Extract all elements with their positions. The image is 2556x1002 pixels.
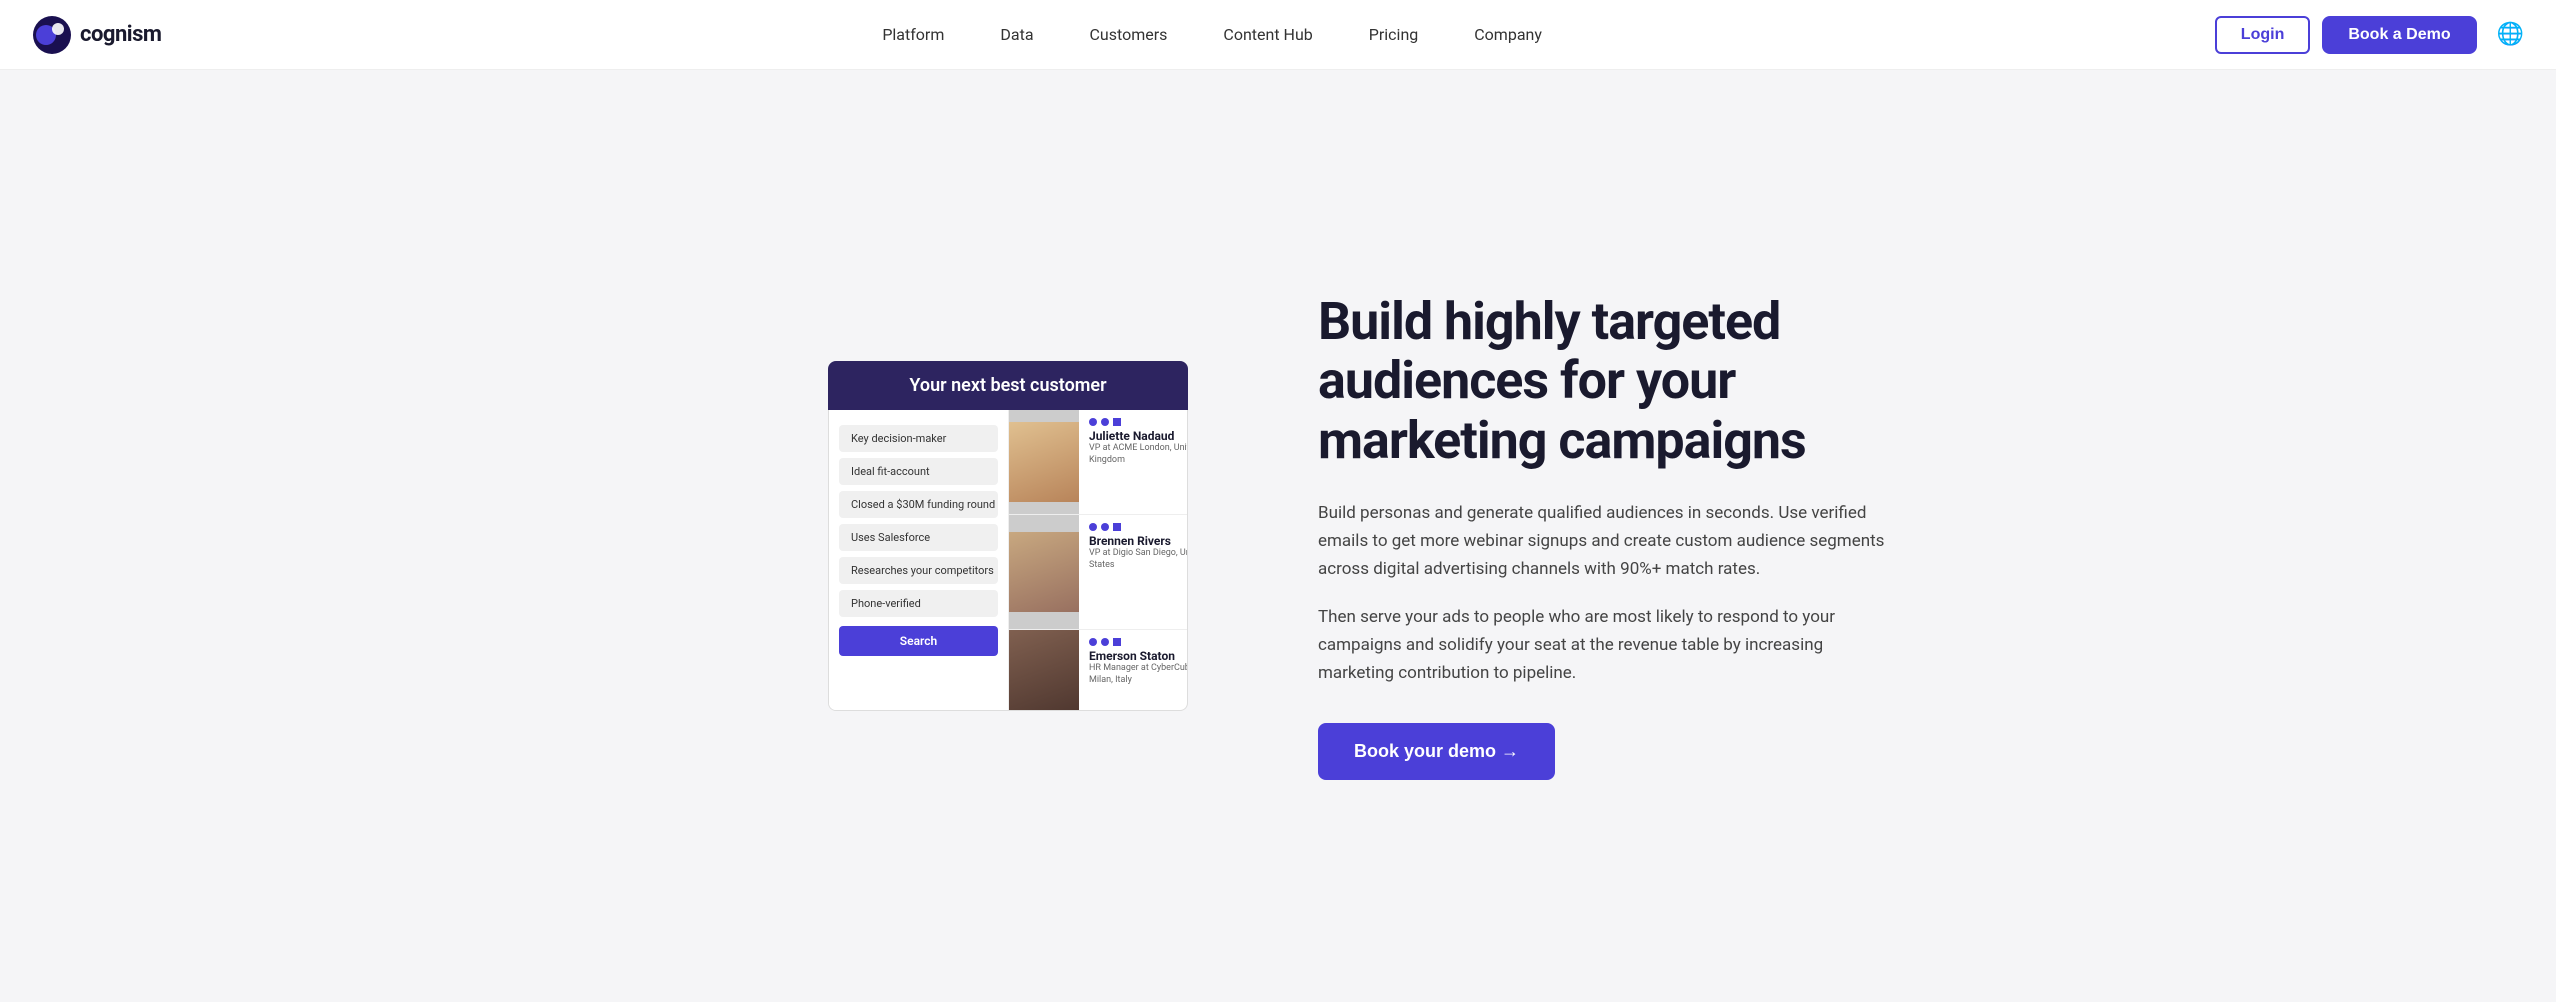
logo-text: cognism (80, 22, 161, 47)
hero-section: Your next best customer Key decision-mak… (578, 70, 1978, 1002)
person-info-3: Emerson Staton HR Manager at CyberCube M… (1079, 630, 1188, 710)
result-row-1: Juliette Nadaud VP at ACME London, Unite… (1009, 410, 1188, 515)
nav-links: Platform Data Customers Content Hub Pric… (209, 25, 2214, 44)
icon-dot-2b (1101, 523, 1109, 531)
icon-dot-3b (1101, 638, 1109, 646)
cognism-logo-icon (32, 15, 72, 55)
avatar-2 (1009, 515, 1079, 629)
person-name-1: Juliette Nadaud (1089, 429, 1188, 443)
icon-dot-1a (1089, 418, 1097, 426)
person-title-1: VP at ACME London, United Kingdom (1089, 443, 1188, 466)
hero-subtext-2: Then serve your ads to people who are mo… (1318, 603, 1898, 687)
filter-search-button[interactable]: Search (839, 626, 998, 656)
person-icons-1 (1089, 418, 1188, 426)
mockup-results: Juliette Nadaud VP at ACME London, Unite… (1009, 410, 1188, 710)
icon-sq-1 (1113, 418, 1121, 426)
icon-sq-3 (1113, 638, 1121, 646)
language-icon[interactable]: 🌐 (2497, 22, 2524, 47)
filter-ideal-fit-account[interactable]: Ideal fit-account (839, 458, 998, 485)
hero-subtext-1: Build personas and generate qualified au… (1318, 499, 1898, 583)
person-title-3: HR Manager at CyberCube Milan, Italy (1089, 663, 1188, 686)
logo-link[interactable]: cognism (32, 15, 161, 55)
book-demo-hero-button[interactable]: Book your demo → (1318, 723, 1555, 780)
icon-dot-2a (1089, 523, 1097, 531)
filter-funding-round[interactable]: Closed a $30M funding round (839, 491, 998, 518)
filter-key-decision-maker[interactable]: Key decision-maker (839, 425, 998, 452)
mockup-header: Your next best customer (828, 361, 1188, 410)
nav-item-customers[interactable]: Customers (1062, 25, 1196, 44)
person-icons-3 (1089, 638, 1188, 646)
book-demo-nav-button[interactable]: Book a Demo (2322, 16, 2476, 54)
hero-mockup: Your next best customer Key decision-mak… (658, 361, 1238, 711)
mockup-body: Key decision-maker Ideal fit-account Clo… (828, 410, 1188, 711)
mockup-ui: Your next best customer Key decision-mak… (708, 361, 1188, 711)
result-row-3: Emerson Staton HR Manager at CyberCube M… (1009, 630, 1188, 710)
nav-actions: Login Book a Demo 🌐 (2215, 16, 2524, 54)
nav-item-pricing[interactable]: Pricing (1341, 25, 1447, 44)
filter-phone-verified[interactable]: Phone-verified (839, 590, 998, 617)
hero-text: Build highly targeted audiences for your… (1318, 292, 1898, 781)
nav-item-platform[interactable]: Platform (854, 25, 972, 44)
nav-item-data[interactable]: Data (972, 25, 1061, 44)
filter-researches-competitors[interactable]: Researches your competitors (839, 557, 998, 584)
nav-item-content-hub[interactable]: Content Hub (1195, 25, 1340, 44)
person-info-1: Juliette Nadaud VP at ACME London, Unite… (1079, 410, 1188, 514)
avatar-1 (1009, 410, 1079, 514)
icon-sq-2 (1113, 523, 1121, 531)
mockup-filters: Key decision-maker Ideal fit-account Clo… (829, 410, 1009, 710)
result-row-2: Brennen Rivers VP at Digio San Diego, Un… (1009, 515, 1188, 630)
nav-item-company[interactable]: Company (1446, 25, 1570, 44)
person-name-3: Emerson Staton (1089, 649, 1188, 663)
filter-uses-salesforce[interactable]: Uses Salesforce (839, 524, 998, 551)
login-button[interactable]: Login (2215, 16, 2311, 54)
icon-dot-3a (1089, 638, 1097, 646)
avatar-3 (1009, 630, 1079, 710)
hero-heading: Build highly targeted audiences for your… (1318, 292, 1898, 471)
person-icons-2 (1089, 523, 1188, 531)
person-name-2: Brennen Rivers (1089, 534, 1188, 548)
navbar: cognism Platform Data Customers Content … (0, 0, 2556, 70)
icon-dot-1b (1101, 418, 1109, 426)
person-title-2: VP at Digio San Diego, United States (1089, 548, 1188, 571)
person-info-2: Brennen Rivers VP at Digio San Diego, Un… (1079, 515, 1188, 629)
